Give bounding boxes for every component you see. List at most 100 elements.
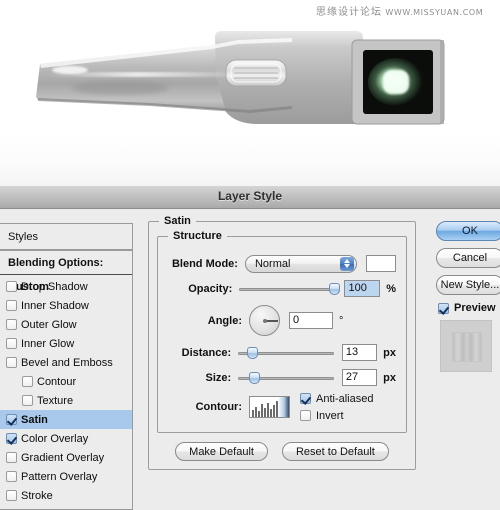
styles-header[interactable]: Styles [0, 224, 132, 250]
effect-row-stroke[interactable]: Stroke [0, 486, 132, 505]
preview-thumbnail-graphic [452, 332, 482, 362]
effect-row-inner-glow[interactable]: Inner Glow [0, 334, 132, 353]
invert-label: Invert [316, 409, 344, 422]
blend-color-swatch[interactable] [365, 255, 396, 272]
watermark-cn: 思缘设计论坛 [316, 7, 382, 18]
preview-checkbox[interactable] [438, 302, 449, 314]
contour-options: Anti-aliased Invert [300, 390, 373, 424]
preview-row[interactable]: Preview [438, 302, 500, 314]
size-row: Size: 27 px [168, 367, 396, 388]
effect-checkbox-satin[interactable] [6, 414, 17, 425]
size-label: Size: [205, 371, 232, 384]
satin-group-title: Satin [159, 215, 196, 227]
layer-style-dialog: Layer Style Styles Blending Options: Cus… [0, 186, 500, 510]
dialog-actions: OK Cancel New Style... Preview [436, 221, 500, 372]
slider-thumb[interactable] [246, 346, 258, 359]
size-input[interactable]: 27 [341, 369, 378, 386]
effect-label: Bevel and Emboss [21, 356, 113, 369]
default-buttons: Make Default Reset to Default [157, 442, 407, 461]
slider-track [239, 287, 337, 291]
make-default-button[interactable]: Make Default [175, 442, 268, 461]
styles-sidebar: Styles Blending Options: Custom Drop Sha… [0, 223, 133, 510]
dialog-title: Layer Style [217, 189, 283, 203]
blend-mode-select[interactable]: Normal [244, 254, 357, 273]
effect-row-contour[interactable]: Contour [0, 372, 132, 391]
effect-label: Contour [37, 375, 77, 388]
slider-thumb[interactable] [328, 282, 340, 295]
anti-aliased-label: Anti-aliased [316, 392, 374, 405]
effect-checkbox-gradient-overlay[interactable] [6, 452, 17, 463]
effect-label: Gradient Overlay [21, 451, 105, 464]
anti-aliased-checkbox[interactable] [300, 393, 311, 404]
effect-checkbox-pattern-overlay[interactable] [6, 471, 17, 482]
contour-curve-graphic [250, 397, 280, 417]
distance-row: Distance: 13 px [168, 342, 396, 363]
watermark-url: WWW.MISSYUAN.COM [385, 8, 484, 17]
effect-row-gradient-overlay[interactable]: Gradient Overlay [0, 448, 132, 467]
new-style-button[interactable]: New Style... [436, 275, 500, 295]
reset-to-default-button[interactable]: Reset to Default [281, 442, 389, 461]
opacity-unit: % [386, 282, 397, 295]
invert-row[interactable]: Invert [300, 407, 373, 424]
size-slider[interactable] [238, 371, 334, 385]
blend-mode-row: Blend Mode: Normal [168, 253, 396, 274]
effect-label: Color Overlay [21, 432, 89, 445]
satin-group: Satin Structure Blend Mode: Normal Opaci… [148, 215, 416, 470]
effect-checkbox-stroke[interactable] [6, 490, 17, 501]
device-screen [351, 39, 445, 125]
anti-aliased-row[interactable]: Anti-aliased [300, 390, 373, 407]
effect-row-texture[interactable]: Texture [0, 391, 132, 410]
effect-row-bevel-and-emboss[interactable]: Bevel and Emboss [0, 353, 132, 372]
blending-options-row[interactable]: Blending Options: Custom [0, 251, 132, 293]
effect-label: Inner Shadow [21, 299, 89, 312]
distance-input[interactable]: 13 [341, 344, 378, 361]
chevron-updown-icon[interactable] [339, 256, 354, 271]
effect-label: Texture [37, 394, 74, 407]
photo-canvas: 思缘设计论坛 WWW.MISSYUAN.COM [0, 0, 500, 186]
effect-label: Drop Shadow [21, 280, 88, 293]
angle-unit: ° [339, 314, 344, 327]
structure-group-title: Structure [168, 230, 227, 242]
preview-label: Preview [454, 302, 496, 314]
effect-checkbox-outer-glow[interactable] [6, 319, 17, 330]
effect-label: Inner Glow [21, 337, 75, 350]
watermark: 思缘设计论坛 WWW.MISSYUAN.COM [316, 3, 483, 18]
effect-checkbox-color-overlay[interactable] [6, 433, 17, 444]
effect-checkbox-contour[interactable] [22, 376, 33, 387]
opacity-row: Opacity: 100 % [168, 278, 396, 299]
effect-row-satin[interactable]: Satin [0, 410, 132, 429]
dialog-body: Styles Blending Options: Custom Drop Sha… [0, 209, 500, 510]
effects-panel: Blending Options: Custom Drop Shadow Inn… [0, 251, 133, 510]
effect-checkbox-inner-glow[interactable] [6, 338, 17, 349]
effect-checkbox-bevel-and-emboss[interactable] [6, 357, 17, 368]
styles-panel: Styles [0, 223, 133, 251]
angle-dial[interactable] [249, 305, 280, 336]
device-illustration [36, 31, 445, 125]
angle-dial-hub [262, 318, 267, 323]
invert-checkbox[interactable] [300, 410, 311, 421]
effect-checkbox-drop-shadow[interactable] [6, 281, 17, 292]
angle-input[interactable]: 0 [289, 312, 333, 329]
effect-row-pattern-overlay[interactable]: Pattern Overlay [0, 467, 132, 486]
dialog-titlebar[interactable]: Layer Style [0, 186, 500, 209]
distance-unit: px [383, 346, 396, 359]
contour-preset-thumbnail[interactable] [249, 396, 290, 418]
effect-row-color-overlay[interactable]: Color Overlay [0, 429, 132, 448]
angle-row: Angle: 0 ° [168, 303, 396, 338]
effect-label: Outer Glow [21, 318, 77, 331]
slider-thumb[interactable] [248, 371, 260, 384]
effect-checkbox-inner-shadow[interactable] [6, 300, 17, 311]
blend-mode-label: Blend Mode: [171, 257, 238, 270]
effect-label: Pattern Overlay [21, 470, 98, 483]
effects-list: Drop Shadow Inner Shadow Outer Glow Inne… [0, 275, 132, 509]
opacity-input[interactable]: 100 [344, 280, 381, 297]
ok-button[interactable]: OK [436, 221, 500, 241]
opacity-slider[interactable] [239, 282, 340, 296]
effect-row-outer-glow[interactable]: Outer Glow [0, 315, 132, 334]
angle-label: Angle: [207, 314, 242, 327]
distance-slider[interactable] [238, 346, 334, 360]
structure-group: Structure Blend Mode: Normal Opacity: 10… [157, 230, 407, 433]
satin-settings-panel: Satin Structure Blend Mode: Normal Opaci… [148, 215, 416, 470]
effect-checkbox-texture[interactable] [22, 395, 33, 406]
cancel-button[interactable]: Cancel [436, 248, 500, 268]
